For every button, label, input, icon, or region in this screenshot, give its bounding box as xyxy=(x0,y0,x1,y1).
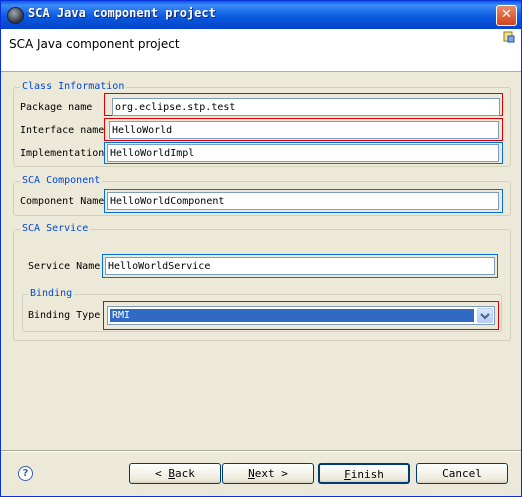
back-prefix: < xyxy=(155,467,169,480)
next-rest: ext > xyxy=(254,467,288,480)
eclipse-icon xyxy=(7,7,24,24)
interface-name-input[interactable]: HelloWorld xyxy=(109,121,499,139)
implementation-label: Implementation xyxy=(20,148,105,159)
package-name-input[interactable]: org.eclipse.stp.test xyxy=(112,98,500,116)
wizard-window: SCA Java component project ✕ SCA Java co… xyxy=(0,0,522,497)
binding-type-select[interactable]: RMI xyxy=(107,306,495,325)
component-name-label: Component Name xyxy=(20,196,105,207)
back-mnemonic: B xyxy=(168,467,175,480)
binding-type-label: Binding Type xyxy=(28,310,101,321)
finish-button[interactable]: Finish xyxy=(318,463,410,484)
back-button[interactable]: < Back xyxy=(129,463,221,484)
wizard-header: SCA Java component project xyxy=(1,29,521,72)
package-name-label: Package name xyxy=(20,102,93,113)
next-mnemonic: N xyxy=(248,467,255,480)
service-name-label: Service Name xyxy=(28,261,101,272)
service-name-input[interactable]: HelloWorldService xyxy=(105,257,495,275)
window-title: SCA Java component project xyxy=(28,6,216,20)
cancel-button[interactable]: Cancel xyxy=(416,463,508,484)
group-legend: Class Information xyxy=(20,81,127,92)
help-icon[interactable]: ? xyxy=(18,466,33,481)
finish-rest: inish xyxy=(350,468,384,481)
group-legend: SCA Service xyxy=(20,223,91,234)
title-bar: SCA Java component project ✕ xyxy=(1,1,521,29)
page-title: SCA Java component project xyxy=(9,37,180,51)
back-rest: ack xyxy=(175,467,195,480)
component-name-input[interactable]: HelloWorldComponent xyxy=(107,192,499,210)
binding-type-value: RMI xyxy=(109,308,475,323)
interface-name-label: Interface name xyxy=(20,125,105,136)
wizard-icon xyxy=(503,31,515,43)
group-legend: SCA Component xyxy=(20,175,103,186)
implementation-input[interactable]: HelloWorldImpl xyxy=(107,144,499,162)
group-legend: Binding xyxy=(28,288,75,299)
next-button[interactable]: Next > xyxy=(222,463,314,484)
separator xyxy=(1,450,521,452)
chevron-down-icon[interactable] xyxy=(477,308,493,323)
close-button[interactable]: ✕ xyxy=(496,5,517,26)
finish-mnemonic: F xyxy=(344,468,351,481)
